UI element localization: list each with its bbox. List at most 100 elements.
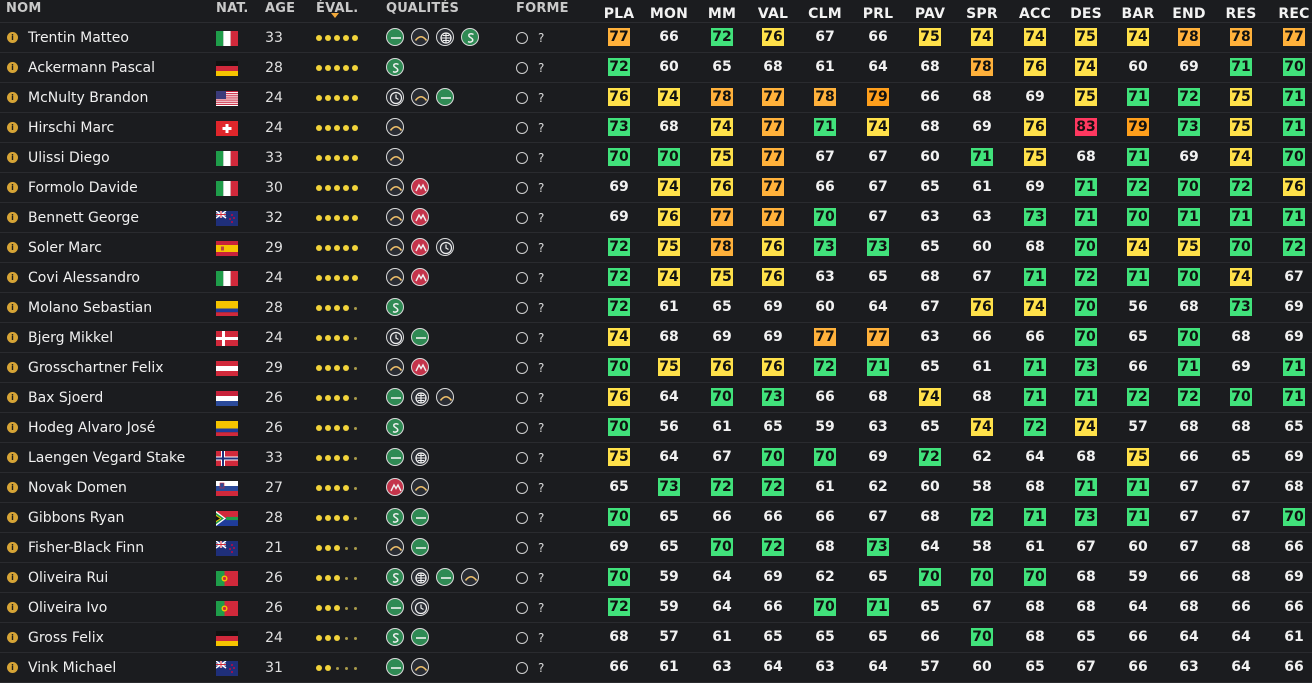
stat-mon: 56	[659, 419, 679, 435]
info-icon[interactable]: i	[7, 182, 18, 193]
stat-des: 68	[1076, 149, 1096, 165]
rating-dot-icon	[325, 605, 331, 611]
header-rec[interactable]: REC	[1269, 5, 1312, 23]
rider-name[interactable]: Fisher-Black Finn	[28, 540, 144, 556]
header-clm[interactable]: CLM	[800, 5, 850, 23]
header-pav[interactable]: PAV	[905, 5, 955, 23]
info-icon[interactable]: i	[7, 62, 18, 73]
header-nat[interactable]: NAT.	[216, 1, 249, 16]
table-row[interactable]: i Ackermann Pascal 28? 72 60 65 68 61 64 68 78 76 74…	[0, 53, 1312, 83]
info-icon[interactable]: i	[7, 512, 18, 523]
info-icon[interactable]: i	[7, 392, 18, 403]
header-res[interactable]: RES	[1216, 5, 1266, 23]
rider-name[interactable]: Ulissi Diego	[28, 150, 110, 166]
info-icon[interactable]: i	[7, 452, 18, 463]
info-icon[interactable]: i	[7, 302, 18, 313]
table-row[interactable]: i Gibbons Ryan 28? 70 65 66 66 66 67 68 72 71 73 71 67…	[0, 503, 1312, 533]
table-row[interactable]: i Bennett George 32? 69 76 77 77 70 67 63 63 73 71 70…	[0, 203, 1312, 233]
info-icon[interactable]: i	[7, 212, 18, 223]
forme-circle-icon	[516, 632, 528, 644]
info-icon[interactable]: i	[7, 602, 18, 613]
table-row[interactable]: i Ulissi Diego 33? 70 70 75 77 67 67 60 71 75 68 71 69…	[0, 143, 1312, 173]
table-row[interactable]: i Grosschartner Felix 29? 70 75 76 76 72 71 65 61 7…	[0, 353, 1312, 383]
info-icon[interactable]: i	[7, 422, 18, 433]
table-row[interactable]: i Gross Felix 24? 68 57 61 65 65 65 66 70 68 65 66 64 6…	[0, 623, 1312, 653]
info-icon[interactable]: i	[7, 662, 18, 673]
header-prl[interactable]: PRL	[853, 5, 903, 23]
rider-name[interactable]: Bjerg Mikkel	[28, 330, 113, 346]
rider-name[interactable]: Covi Alessandro	[28, 270, 140, 286]
header-acc[interactable]: ACC	[1010, 5, 1060, 23]
rider-name[interactable]: Vink Michael	[28, 660, 116, 676]
info-icon[interactable]: i	[7, 542, 18, 553]
info-icon[interactable]: i	[7, 152, 18, 163]
forme-circle-icon	[516, 62, 528, 74]
header-nom[interactable]: NOM	[6, 1, 41, 16]
rating-dot-icon	[343, 95, 349, 101]
rider-name[interactable]: Novak Domen	[28, 480, 127, 496]
stat-rec: 72	[1283, 238, 1305, 256]
info-icon[interactable]: i	[7, 332, 18, 343]
info-icon[interactable]: i	[7, 482, 18, 493]
info-icon[interactable]: i	[7, 242, 18, 253]
stat-mon: 75	[658, 238, 680, 256]
info-icon[interactable]: i	[7, 32, 18, 43]
rider-name[interactable]: Soler Marc	[28, 240, 102, 256]
forme-value: ?	[538, 511, 545, 525]
table-row[interactable]: i Hirschi Marc 24? 73 68 74 77 71 74 68 69 76 83 79 73…	[0, 113, 1312, 143]
table-row[interactable]: i Soler Marc 29? 72 75 78 76 73 73 65 60 68 70 74 75 70…	[0, 233, 1312, 263]
table-row[interactable]: i Covi Alessandro 24? 72 74 75 76 63 65 68 67 71 72 7…	[0, 263, 1312, 293]
rider-name[interactable]: Hodeg Alvaro José	[28, 420, 155, 436]
rider-name[interactable]: Oliveira Ivo	[28, 600, 107, 616]
rider-name[interactable]: Formolo Davide	[28, 180, 138, 196]
table-row[interactable]: i Hodeg Alvaro José 26? 70 56 61 65 59 63 65 74 72 7…	[0, 413, 1312, 443]
header-forme[interactable]: FORME	[516, 1, 569, 16]
info-icon[interactable]: i	[7, 92, 18, 103]
rider-name[interactable]: Bax Sjoerd	[28, 390, 103, 406]
rider-name[interactable]: Hirschi Marc	[28, 120, 114, 136]
header-spr[interactable]: SPR	[957, 5, 1007, 23]
stat-rec: 67	[1284, 269, 1304, 285]
header-des[interactable]: DES	[1061, 5, 1111, 23]
rider-name[interactable]: Bennett George	[28, 210, 139, 226]
rider-name[interactable]: Trentin Matteo	[28, 30, 129, 46]
rider-name[interactable]: Molano Sebastian	[28, 300, 152, 316]
table-row[interactable]: i Fisher-Black Finn 21? 69 65 70 72 68 73 64 58 61 6…	[0, 533, 1312, 563]
stat-mm: 61	[712, 629, 732, 645]
header-bar[interactable]: BAR	[1113, 5, 1163, 23]
rider-name[interactable]: Gibbons Ryan	[28, 510, 124, 526]
table-row[interactable]: i McNulty Brandon 24? 76 74 78 77 78 79 66 68 69 75 7…	[0, 83, 1312, 113]
stat-mm: 65	[712, 59, 732, 75]
rider-name[interactable]: McNulty Brandon	[28, 90, 148, 106]
rider-name[interactable]: Laengen Vegard Stake	[28, 450, 185, 466]
stat-clm: 66	[815, 509, 835, 525]
table-row[interactable]: i Molano Sebastian 28? 72 61 65 69 60 64 67 76 74 70…	[0, 293, 1312, 323]
sprint-icon	[461, 28, 479, 46]
stat-mon: 57	[659, 629, 679, 645]
rider-name[interactable]: Grosschartner Felix	[28, 360, 164, 376]
rider-name[interactable]: Ackermann Pascal	[28, 60, 155, 76]
table-row[interactable]: i Bax Sjoerd 26? 76 64 70 73 66 68 74 68 71 71 72 72 70…	[0, 383, 1312, 413]
header-end[interactable]: END	[1164, 5, 1214, 23]
table-row[interactable]: i Oliveira Rui 26? 70 59 64 69 62 65 70 70 70 68 59 66…	[0, 563, 1312, 593]
header-val[interactable]: VAL	[748, 5, 798, 23]
info-icon[interactable]: i	[7, 122, 18, 133]
table-row[interactable]: i Formolo Davide 30? 69 74 76 77 66 67 65 61 69 71 72…	[0, 173, 1312, 203]
header-age[interactable]: AGE	[265, 1, 295, 16]
rider-name[interactable]: Gross Felix	[28, 630, 104, 646]
info-icon[interactable]: i	[7, 632, 18, 643]
header-qualites[interactable]: QUALITÉS	[386, 1, 459, 16]
header-mm[interactable]: MM	[697, 5, 747, 23]
table-row[interactable]: i Laengen Vegard Stake 33? 75 64 67 70 70 69 72 62…	[0, 443, 1312, 473]
header-pla[interactable]: PLA	[594, 5, 644, 23]
table-row[interactable]: i Bjerg Mikkel 24? 74 68 69 69 77 77 63 66 66 70 65 70…	[0, 323, 1312, 353]
rider-name[interactable]: Oliveira Rui	[28, 570, 108, 586]
table-row[interactable]: i Trentin Matteo 33? 77 66 72 76 67 66 75 74 74 75 74…	[0, 23, 1312, 53]
info-icon[interactable]: i	[7, 272, 18, 283]
info-icon[interactable]: i	[7, 362, 18, 373]
header-mon[interactable]: MON	[644, 5, 694, 23]
table-row[interactable]: i Vink Michael 31? 66 61 63 64 63 64 57 60 65 67 66 63…	[0, 653, 1312, 683]
table-row[interactable]: i Novak Domen 27? 65 73 72 72 61 62 60 58 68 71 71 67 6…	[0, 473, 1312, 503]
table-row[interactable]: i Oliveira Ivo 26? 72 59 64 66 70 71 65 67 68 68 64 68…	[0, 593, 1312, 623]
info-icon[interactable]: i	[7, 572, 18, 583]
